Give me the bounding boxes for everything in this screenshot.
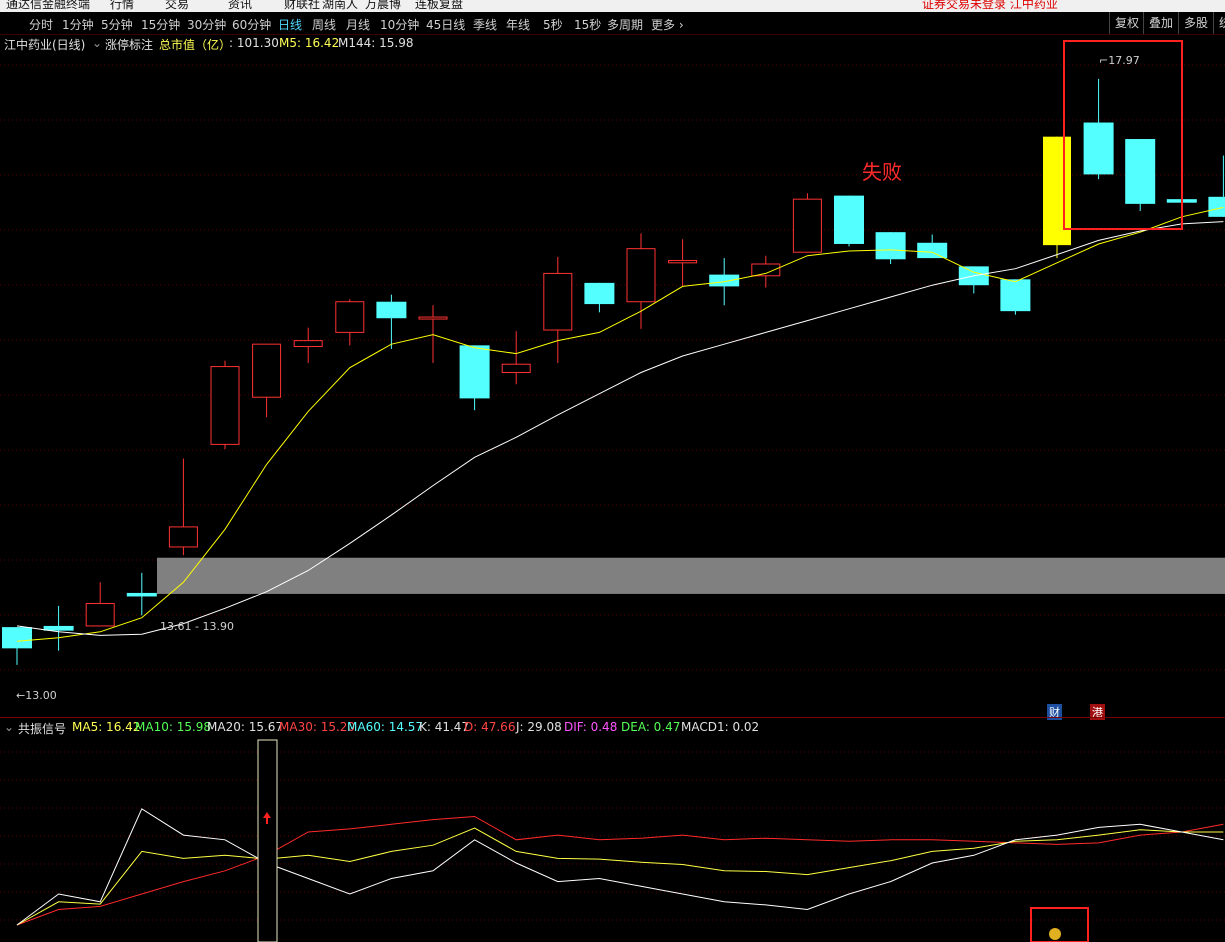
candle-up [501, 363, 531, 373]
sub-value-2: MA20: 15.67 [207, 720, 284, 734]
sub-value-9: DEA: 0.47 [621, 720, 681, 734]
candle-down [459, 345, 490, 399]
candle-down [917, 242, 948, 259]
sub-value-7: J: 29.08 [516, 720, 562, 734]
sub-value-0: MA5: 16.42 [72, 720, 141, 734]
candle-down [1083, 122, 1114, 175]
candle-down [1000, 279, 1031, 312]
candle-up [252, 343, 282, 398]
fail-annotation: 失败 [862, 160, 902, 184]
candle-down [875, 232, 906, 260]
candle-up [751, 263, 781, 277]
candle-down [126, 592, 157, 597]
candle-down [2, 627, 32, 649]
sub-value-8: DIF: 0.48 [564, 720, 618, 734]
chevron-down-icon[interactable]: ⌄ [4, 720, 14, 734]
sub-signal-line [16, 827, 1224, 926]
candle-down [376, 301, 407, 319]
support-zone-band [157, 557, 1225, 594]
sub-value-6: D: 47.66 [464, 720, 516, 734]
candle-down [584, 282, 615, 305]
candle-down [709, 274, 740, 287]
candle-up [85, 603, 115, 627]
candle-up [168, 526, 198, 548]
kline-chart[interactable] [0, 0, 1225, 942]
candle-up [293, 340, 323, 348]
candle-down [1208, 196, 1225, 217]
candle-down [834, 195, 864, 244]
panel-divider [0, 717, 1225, 718]
zone-price-label: 13.61 - 13.90 [160, 620, 234, 633]
candle-up [626, 248, 656, 303]
sub-indicator-name[interactable]: 共振信号 [18, 720, 66, 737]
sub-value-5: K: 41.47 [419, 720, 470, 734]
money-bag-icon [1049, 928, 1061, 940]
low-price-label: ←13.00 [16, 689, 57, 702]
candle-up [418, 316, 448, 320]
candle-up [210, 366, 240, 445]
high-price-label: ⌐17.97 [1099, 54, 1140, 67]
candle-up [792, 198, 822, 253]
candle-up [543, 272, 573, 331]
candle-up [668, 259, 698, 264]
sub-value-10: MACD1: 0.02 [681, 720, 760, 734]
highlight-box [1063, 40, 1183, 230]
sub-value-1: MA10: 15.98 [135, 720, 212, 734]
candle-down [1125, 139, 1156, 204]
signal-column [257, 739, 278, 942]
candle-up [335, 301, 365, 333]
sub-value-3: MA30: 15.20 [279, 720, 356, 734]
sub-value-4: MA60: 14.57 [347, 720, 424, 734]
